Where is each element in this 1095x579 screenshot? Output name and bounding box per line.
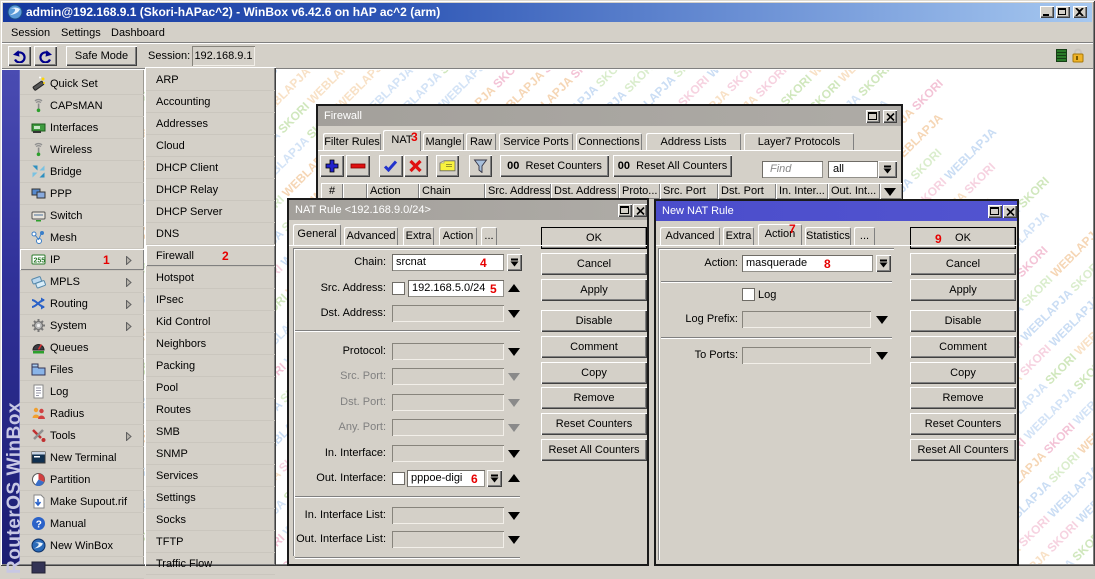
svg-text:255: 255 (34, 258, 46, 265)
svg-text:?: ? (36, 520, 42, 531)
